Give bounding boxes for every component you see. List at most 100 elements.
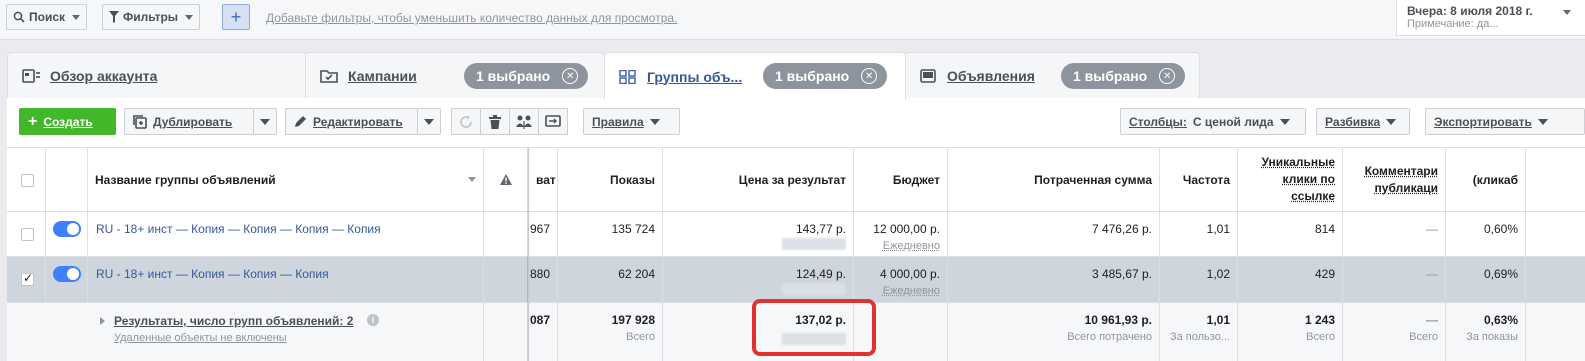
add-filter-button[interactable]: +	[222, 4, 250, 30]
blurred-result-type	[782, 283, 846, 295]
row-select-cell	[7, 212, 46, 256]
tab-account-overview[interactable]: Обзор аккаунта	[7, 52, 307, 98]
totals-name-cell: Результаты, число групп объявлений: 2 i …	[88, 303, 484, 361]
select-all-checkbox[interactable]	[21, 174, 34, 187]
budget-type[interactable]: Ежедневно	[883, 240, 940, 252]
comments-total-cell: — Всего	[1343, 303, 1446, 361]
filters-button[interactable]: Фильтры	[102, 4, 201, 30]
columns-value: С ценой лида	[1192, 114, 1274, 129]
unique-clicks-total: 1 243	[1304, 313, 1335, 327]
highlight-annotation	[752, 299, 876, 356]
chevron-down-icon	[1563, 10, 1571, 15]
tab-label: Объявления	[947, 67, 1035, 84]
column-header-post-comments[interactable]: Комментари публикаци	[1343, 148, 1446, 211]
ctr-total-sub: За показы	[1466, 331, 1518, 343]
selection-pill[interactable]: 1 выбрано ✕	[464, 63, 589, 89]
chevron-down-icon	[260, 118, 270, 125]
create-button[interactable]: + Создать	[19, 108, 116, 135]
column-header-amount-spent[interactable]: Потраченная сумма	[948, 148, 1160, 211]
unique-clicks-total-sub: Всего	[1306, 331, 1335, 343]
people-split-icon	[516, 115, 532, 129]
totals-title[interactable]: Результаты, число групп объявлений: 2	[114, 314, 353, 328]
preview-button[interactable]	[538, 108, 568, 135]
ctr-cell: 0,69%	[1446, 257, 1526, 302]
export-dropdown[interactable]: Экспортировать	[1425, 108, 1585, 135]
blurred-result-type	[782, 238, 846, 250]
totals-spacer	[7, 303, 88, 361]
column-header-label: Частота	[1182, 172, 1230, 187]
cost-value: 124,49 р.	[795, 267, 846, 281]
comments-total: —	[1426, 313, 1438, 327]
ab-test-button[interactable]	[509, 108, 539, 135]
ad-set-name-link[interactable]: RU - 18+ инст — Копия — Копия — Копия — …	[96, 222, 381, 236]
info-icon[interactable]: i	[367, 314, 379, 326]
edit-button[interactable]: Редактировать	[285, 108, 418, 135]
column-header-ctr[interactable]: (кликаб	[1446, 148, 1526, 211]
column-header-cost-per-result[interactable]: Цена за результат	[663, 148, 854, 211]
spent-value: 7 476,26 р.	[1091, 222, 1152, 236]
column-header-frequency[interactable]: Частота	[1160, 148, 1238, 211]
column-header-reach[interactable]: ват	[529, 148, 558, 211]
close-icon[interactable]: ✕	[1159, 68, 1176, 84]
name-cell: RU - 18+ инст — Копия — Копия — Копия	[88, 257, 484, 302]
duplicate-dropdown[interactable]	[253, 108, 277, 135]
status-toggle[interactable]	[53, 266, 81, 282]
rules-button[interactable]: Правила	[583, 108, 680, 135]
spent-total: 10 961,93 р.	[1084, 313, 1152, 327]
column-header-label: Уникальные клики по ссылке	[1261, 155, 1335, 203]
date-range-picker[interactable]: Вчера: 8 июля 2018 г. Примечание: да...	[1396, 0, 1585, 36]
column-header-unique-link-clicks[interactable]: Уникальные клики по ссылке	[1238, 148, 1343, 211]
filter-hint[interactable]: Добавьте фильтры, чтобы уменьшить количе…	[266, 11, 677, 25]
duplicate-button[interactable]: Дублировать	[124, 108, 254, 135]
comments-value: —	[1426, 267, 1438, 281]
impressions-total-cell: 197 928 Всего	[558, 303, 663, 361]
column-header-label: Комментари публикаци	[1364, 163, 1438, 195]
row-select-cell	[7, 257, 46, 302]
ctr-value: 0,60%	[1483, 222, 1518, 236]
unique-clicks-value: 814	[1314, 222, 1335, 236]
column-header-label: (кликаб	[1472, 172, 1518, 187]
tab-campaigns[interactable]: Кампании 1 выбрано ✕	[305, 52, 605, 98]
tab-ad-sets[interactable]: Группы объ... 1 выбрано ✕	[604, 52, 906, 100]
table-row[interactable]: RU - 18+ инст — Копия — Копия — Копия — …	[7, 212, 1585, 257]
row-checkbox[interactable]	[21, 228, 34, 241]
selection-pill[interactable]: 1 выбрано ✕	[763, 63, 888, 89]
budget-value: 12 000,00 р.	[873, 222, 940, 236]
search-button[interactable]: Поиск	[6, 4, 88, 30]
tab-ads[interactable]: Объявления 1 выбрано ✕	[904, 52, 1200, 98]
search-label: Поиск	[29, 10, 66, 24]
cost-cell: 124,49 р.	[663, 257, 854, 302]
table-row[interactable]: RU - 18+ инст — Копия — Копия — Копия 88…	[7, 257, 1585, 303]
budget-type[interactable]: Ежедневно	[883, 285, 940, 297]
plus-icon: +	[28, 112, 38, 130]
expand-caret-icon[interactable]	[100, 317, 105, 325]
selection-pill[interactable]: 1 выбрано ✕	[1061, 63, 1186, 89]
column-header-delivery-warning[interactable]	[484, 148, 529, 211]
columns-dropdown[interactable]: Столбцы: С ценой лида	[1120, 108, 1306, 135]
create-label: Создать	[43, 114, 93, 129]
warning-cell	[484, 257, 529, 302]
cost-value: 143,77 р.	[795, 222, 846, 236]
status-toggle[interactable]	[53, 221, 81, 237]
unique-clicks-value: 429	[1314, 267, 1335, 281]
selection-pill-label: 1 выбрано	[1073, 68, 1148, 84]
edit-label: Редактировать	[313, 114, 403, 129]
ad-set-name-link[interactable]: RU - 18+ инст — Копия — Копия — Копия	[96, 267, 329, 281]
breakdown-dropdown[interactable]: Разбивка	[1316, 108, 1410, 135]
sort-caret-icon[interactable]	[468, 177, 476, 182]
column-header-name[interactable]: Название группы объявлений	[88, 148, 484, 211]
frequency-total: 1,01	[1206, 313, 1230, 327]
tab-label: Группы объ...	[647, 68, 743, 85]
select-all-cell	[7, 148, 46, 211]
column-header-impressions[interactable]: Показы	[558, 148, 663, 211]
row-checkbox[interactable]	[21, 271, 34, 286]
selection-pill-label: 1 выбрано	[775, 68, 850, 84]
column-header-budget[interactable]: Бюджет	[854, 148, 948, 211]
delete-button[interactable]	[480, 108, 510, 135]
close-icon[interactable]: ✕	[861, 68, 878, 84]
edit-dropdown[interactable]	[417, 108, 441, 135]
filter-icon	[109, 11, 119, 23]
close-icon[interactable]: ✕	[562, 68, 579, 84]
refresh-button[interactable]	[451, 108, 481, 135]
account-overview-icon	[22, 68, 40, 83]
